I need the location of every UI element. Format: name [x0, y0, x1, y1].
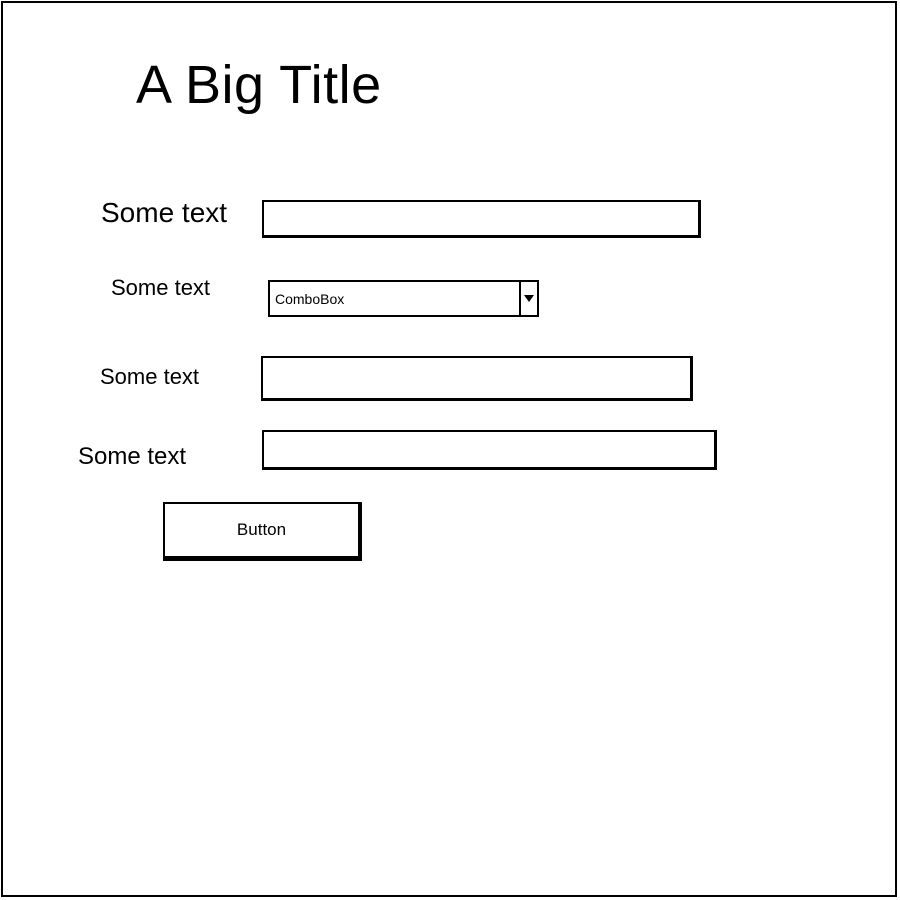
text-field-4[interactable]: [262, 430, 717, 470]
window-frame: A Big Title Some text Some text ComboBox…: [1, 1, 897, 897]
page-title: A Big Title: [136, 55, 382, 115]
field-label-2: Some text: [111, 275, 211, 300]
chevron-down-icon: [524, 295, 534, 302]
text-field-1[interactable]: [262, 200, 701, 238]
submit-button[interactable]: Button: [163, 502, 362, 561]
field-label-3: Some text: [100, 364, 200, 389]
field-label-4: Some text: [78, 443, 187, 470]
combobox-value: ComboBox: [275, 291, 345, 307]
combobox-toggle[interactable]: [519, 282, 537, 315]
combobox[interactable]: ComboBox: [268, 280, 539, 317]
field-label-1: Some text: [101, 197, 228, 228]
text-field-3[interactable]: [261, 356, 693, 401]
